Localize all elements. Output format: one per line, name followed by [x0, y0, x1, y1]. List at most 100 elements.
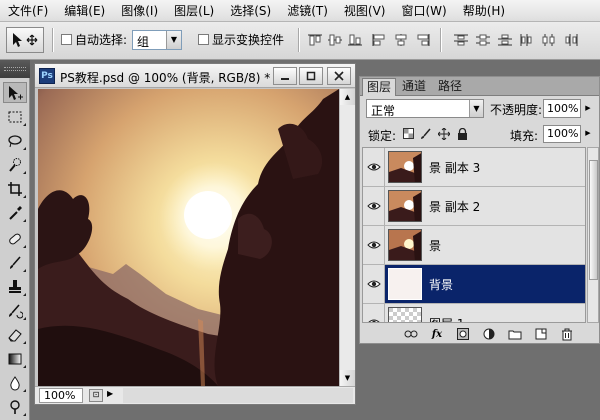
menu-file[interactable]: 文件(F): [0, 0, 56, 22]
delete-layer-trash-icon[interactable]: [560, 327, 574, 341]
visibility-eye-icon[interactable]: [363, 148, 385, 186]
align-top-edges-icon[interactable]: [306, 32, 324, 48]
divider: [298, 28, 300, 52]
drop-icon: [10, 375, 20, 390]
gradient-tool[interactable]: [3, 348, 27, 369]
add-mask-icon[interactable]: [456, 327, 470, 341]
lock-row: 锁定: 填充: 100% ▶: [360, 123, 599, 145]
dodge-tool[interactable]: [3, 396, 27, 417]
layer-name: 景 副本 2: [429, 200, 481, 214]
distribute-bottom-icon[interactable]: [496, 32, 514, 48]
eyedropper-tool[interactable]: [3, 202, 27, 223]
auto-select-value: 组: [137, 35, 150, 49]
menu-image[interactable]: 图像(I): [113, 0, 166, 22]
align-left-edges-icon[interactable]: [370, 32, 388, 48]
layers-panel-footer: fx: [360, 325, 599, 343]
auto-select-checkbox[interactable]: [61, 34, 72, 45]
menu-help[interactable]: 帮助(H): [455, 0, 513, 22]
layer-thumbnail: [388, 151, 422, 183]
close-button[interactable]: [327, 67, 351, 85]
blur-tool[interactable]: [3, 372, 27, 393]
visibility-eye-icon[interactable]: [363, 304, 385, 322]
layer-thumbnail: [388, 268, 422, 300]
menu-select[interactable]: 选择(S): [222, 0, 279, 22]
quick-selection-tool[interactable]: [3, 154, 27, 175]
marquee-icon: [8, 111, 22, 122]
link-layers-icon[interactable]: [404, 327, 418, 341]
visibility-eye-icon[interactable]: [363, 187, 385, 225]
tab-paths[interactable]: 路径: [434, 78, 466, 96]
layer-style-fx-icon[interactable]: fx: [430, 327, 444, 341]
tab-layers[interactable]: 图层: [362, 78, 397, 96]
scroll-thumb[interactable]: [589, 160, 598, 280]
fill-label: 填充:: [510, 129, 539, 143]
lasso-tool[interactable]: [3, 130, 27, 151]
status-menu-arrow-icon[interactable]: ▶: [107, 389, 113, 398]
minimize-button[interactable]: [273, 67, 297, 85]
marquee-tool[interactable]: [3, 106, 27, 127]
align-bottom-edges-icon[interactable]: [346, 32, 364, 48]
menu-view[interactable]: 视图(V): [336, 0, 394, 22]
layer-name: 背景: [429, 278, 454, 292]
eraser-tool[interactable]: [3, 324, 27, 345]
menu-layer[interactable]: 图层(L): [166, 0, 222, 22]
brush-tool[interactable]: [3, 252, 27, 273]
vertical-scrollbar[interactable]: ▲ ▼: [339, 89, 355, 386]
layer-row[interactable]: 图层 1: [363, 304, 585, 322]
distribute-vertical-centers-icon[interactable]: [474, 32, 492, 48]
document-titlebar[interactable]: Ps PS教程.psd @ 100% (背景, RGB/8) *: [35, 64, 355, 88]
distribute-horizontal-centers-icon[interactable]: [540, 32, 558, 48]
lock-all-icon[interactable]: [456, 127, 468, 140]
align-vertical-centers-icon[interactable]: [326, 32, 344, 48]
fill-input[interactable]: 100%: [543, 125, 581, 143]
tool-preset-picker[interactable]: [6, 27, 44, 53]
zoom-level-field[interactable]: 100%: [39, 388, 83, 403]
crop-tool[interactable]: [3, 178, 27, 199]
layer-row[interactable]: 景: [363, 226, 585, 265]
history-brush-tool[interactable]: [3, 300, 27, 321]
lock-pixels-icon[interactable]: [420, 127, 432, 140]
clone-stamp-tool[interactable]: [3, 276, 27, 297]
tab-channels[interactable]: 通道: [398, 78, 430, 96]
layer-list-scrollbar[interactable]: [587, 147, 599, 323]
tools-panel: [0, 60, 30, 420]
restore-button[interactable]: [299, 67, 323, 85]
menu-filter[interactable]: 滤镜(T): [279, 0, 336, 22]
lock-transparent-icon[interactable]: [402, 127, 414, 140]
horizontal-scrollbar[interactable]: [123, 388, 353, 403]
lock-position-icon[interactable]: [438, 127, 450, 140]
align-right-edges-icon[interactable]: [414, 32, 432, 48]
new-group-folder-icon[interactable]: [508, 327, 522, 341]
eraser-icon: [8, 328, 22, 341]
distribute-top-icon[interactable]: [452, 32, 470, 48]
scroll-down-icon[interactable]: ▼: [340, 370, 355, 386]
opacity-input[interactable]: 100%: [543, 99, 581, 118]
distribute-left-icon[interactable]: [518, 32, 536, 48]
menu-edit[interactable]: 编辑(E): [56, 0, 113, 22]
show-transform-label: 显示变换控件: [212, 33, 285, 47]
align-horizontal-centers-icon[interactable]: [392, 32, 410, 48]
document-info-icon[interactable]: ⊡: [89, 389, 103, 402]
panel-grip[interactable]: [0, 60, 30, 78]
auto-select-label: 自动选择:: [75, 33, 128, 47]
distribute-right-icon[interactable]: [562, 32, 580, 48]
new-layer-icon[interactable]: [534, 327, 548, 341]
layer-row[interactable]: 景 副本 3: [363, 148, 585, 187]
move-tool[interactable]: [3, 82, 27, 103]
visibility-eye-icon[interactable]: [363, 226, 385, 264]
divider: [440, 28, 442, 52]
adjustment-layer-icon[interactable]: [482, 327, 496, 341]
show-transform-checkbox[interactable]: [198, 34, 209, 45]
history-brush-icon: [9, 303, 23, 318]
healing-brush-tool[interactable]: [3, 228, 27, 249]
visibility-eye-icon[interactable]: [363, 265, 385, 303]
fill-slider-arrow-icon[interactable]: ▶: [583, 124, 593, 143]
auto-select-dropdown[interactable]: 组 ▼: [132, 30, 182, 50]
scroll-up-icon[interactable]: ▲: [340, 89, 355, 105]
layer-row[interactable]: 景 副本 2: [363, 187, 585, 226]
layer-row-selected[interactable]: 背景: [363, 265, 585, 304]
menu-window[interactable]: 窗口(W): [393, 0, 454, 22]
blend-mode-dropdown[interactable]: 正常 ▼: [366, 99, 484, 118]
opacity-slider-arrow-icon[interactable]: ▶: [583, 99, 593, 118]
image-canvas[interactable]: [38, 89, 339, 386]
